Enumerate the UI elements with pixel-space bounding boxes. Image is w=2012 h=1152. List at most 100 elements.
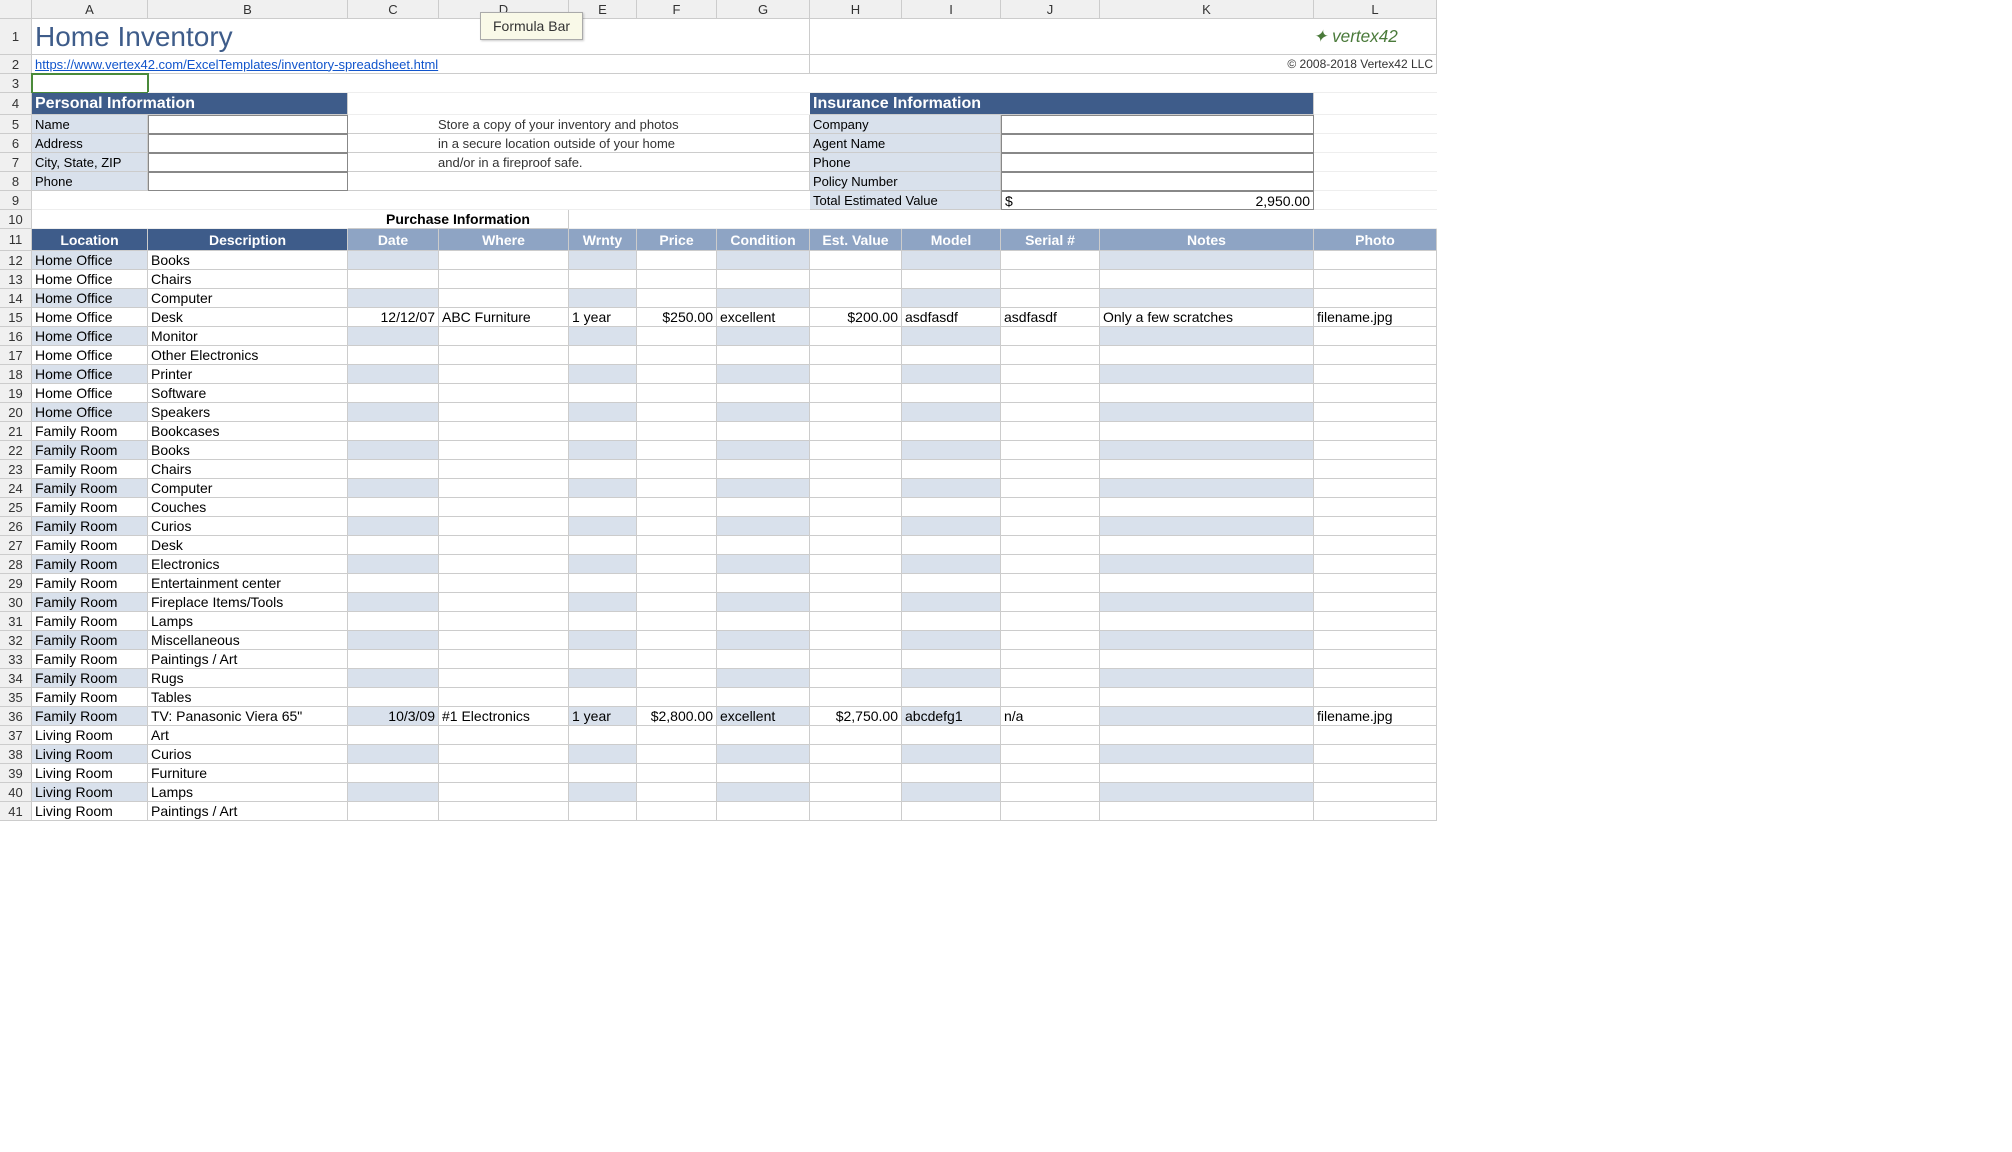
- cell-price[interactable]: [637, 650, 717, 669]
- row-header-24[interactable]: 24: [0, 479, 32, 498]
- cell-condition[interactable]: [717, 574, 810, 593]
- cell-location[interactable]: Family Room: [32, 441, 148, 460]
- cell-notes[interactable]: [1100, 612, 1314, 631]
- cell-date[interactable]: [348, 403, 439, 422]
- cell-price[interactable]: [637, 517, 717, 536]
- cell-price[interactable]: [637, 498, 717, 517]
- insurance-input[interactable]: [1001, 115, 1314, 134]
- cell-serial[interactable]: [1001, 764, 1100, 783]
- cell-wrnty[interactable]: [569, 593, 637, 612]
- cell-condition[interactable]: [717, 403, 810, 422]
- cell-serial[interactable]: [1001, 479, 1100, 498]
- cell-where[interactable]: [439, 517, 569, 536]
- cell-date[interactable]: [348, 384, 439, 403]
- table-header[interactable]: Wrnty: [569, 229, 637, 251]
- cell-notes[interactable]: [1100, 574, 1314, 593]
- table-header[interactable]: Location: [32, 229, 148, 251]
- cell-notes[interactable]: [1100, 251, 1314, 270]
- cell-price[interactable]: [637, 593, 717, 612]
- table-header[interactable]: Est. Value: [810, 229, 902, 251]
- cell-price[interactable]: [637, 422, 717, 441]
- cell-serial[interactable]: asdfasdf: [1001, 308, 1100, 327]
- cell-where[interactable]: [439, 555, 569, 574]
- spreadsheet-grid[interactable]: ABCDEFGHIJKL1Home Inventory✦ vertex422ht…: [0, 0, 2012, 821]
- cell-where[interactable]: [439, 688, 569, 707]
- cell-photo[interactable]: filename.jpg: [1314, 308, 1437, 327]
- cell-price[interactable]: [637, 764, 717, 783]
- cell-location[interactable]: Living Room: [32, 802, 148, 821]
- cell-condition[interactable]: [717, 384, 810, 403]
- cell-wrnty[interactable]: [569, 802, 637, 821]
- cell-price[interactable]: [637, 460, 717, 479]
- cell-photo[interactable]: [1314, 612, 1437, 631]
- cell-price[interactable]: [637, 441, 717, 460]
- cell-notes[interactable]: [1100, 479, 1314, 498]
- cell-date[interactable]: [348, 460, 439, 479]
- cell-model[interactable]: [902, 802, 1001, 821]
- insurance-input[interactable]: [1001, 172, 1314, 191]
- cell-estvalue[interactable]: [810, 403, 902, 422]
- row-header-20[interactable]: 20: [0, 403, 32, 422]
- cell-price[interactable]: [637, 802, 717, 821]
- cell-where[interactable]: [439, 441, 569, 460]
- cell-estvalue[interactable]: [810, 536, 902, 555]
- row-header-8[interactable]: 8: [0, 172, 32, 191]
- insurance-input[interactable]: [1001, 153, 1314, 172]
- cell-model[interactable]: [902, 631, 1001, 650]
- cell-condition[interactable]: [717, 783, 810, 802]
- cell-serial[interactable]: [1001, 365, 1100, 384]
- cell-wrnty[interactable]: [569, 631, 637, 650]
- cell-description[interactable]: Couches: [148, 498, 348, 517]
- cell-wrnty[interactable]: [569, 270, 637, 289]
- cell-description[interactable]: Paintings / Art: [148, 650, 348, 669]
- cell-description[interactable]: Speakers: [148, 403, 348, 422]
- personal-input[interactable]: [148, 115, 348, 134]
- cell[interactable]: [637, 74, 717, 93]
- cell-wrnty[interactable]: [569, 251, 637, 270]
- cell-serial[interactable]: [1001, 270, 1100, 289]
- cell-serial[interactable]: [1001, 555, 1100, 574]
- cell-model[interactable]: [902, 384, 1001, 403]
- cell-estvalue[interactable]: [810, 669, 902, 688]
- cell-notes[interactable]: [1100, 555, 1314, 574]
- col-header-J[interactable]: J: [1001, 0, 1100, 19]
- col-header-C[interactable]: C: [348, 0, 439, 19]
- cell-notes[interactable]: [1100, 384, 1314, 403]
- cell-model[interactable]: [902, 422, 1001, 441]
- cell-condition[interactable]: excellent: [717, 707, 810, 726]
- cell-location[interactable]: Home Office: [32, 384, 148, 403]
- cell[interactable]: [1314, 74, 1437, 93]
- cell-notes[interactable]: [1100, 650, 1314, 669]
- row-header-9[interactable]: 9: [0, 191, 32, 210]
- cell-estvalue[interactable]: [810, 631, 902, 650]
- cell-description[interactable]: Lamps: [148, 783, 348, 802]
- cell-wrnty[interactable]: [569, 726, 637, 745]
- cell-photo[interactable]: [1314, 802, 1437, 821]
- cell-model[interactable]: [902, 555, 1001, 574]
- cell-photo[interactable]: [1314, 555, 1437, 574]
- cell-where[interactable]: [439, 802, 569, 821]
- cell-description[interactable]: Tables: [148, 688, 348, 707]
- personal-input[interactable]: [148, 134, 348, 153]
- row-header-33[interactable]: 33: [0, 650, 32, 669]
- cell-notes[interactable]: [1100, 802, 1314, 821]
- cell-location[interactable]: Family Room: [32, 612, 148, 631]
- cell-where[interactable]: [439, 346, 569, 365]
- cell-model[interactable]: [902, 289, 1001, 308]
- cell-model[interactable]: [902, 783, 1001, 802]
- cell-wrnty[interactable]: 1 year: [569, 308, 637, 327]
- cell-model[interactable]: [902, 536, 1001, 555]
- cell-date[interactable]: [348, 517, 439, 536]
- col-header-L[interactable]: L: [1314, 0, 1437, 19]
- col-header-H[interactable]: H: [810, 0, 902, 19]
- cell-date[interactable]: [348, 745, 439, 764]
- cell-photo[interactable]: [1314, 745, 1437, 764]
- row-header-14[interactable]: 14: [0, 289, 32, 308]
- cell-serial[interactable]: [1001, 802, 1100, 821]
- cell-wrnty[interactable]: [569, 669, 637, 688]
- cell-wrnty[interactable]: [569, 346, 637, 365]
- cell-price[interactable]: [637, 403, 717, 422]
- cell-serial[interactable]: [1001, 783, 1100, 802]
- cell-wrnty[interactable]: [569, 612, 637, 631]
- cell-price[interactable]: [637, 365, 717, 384]
